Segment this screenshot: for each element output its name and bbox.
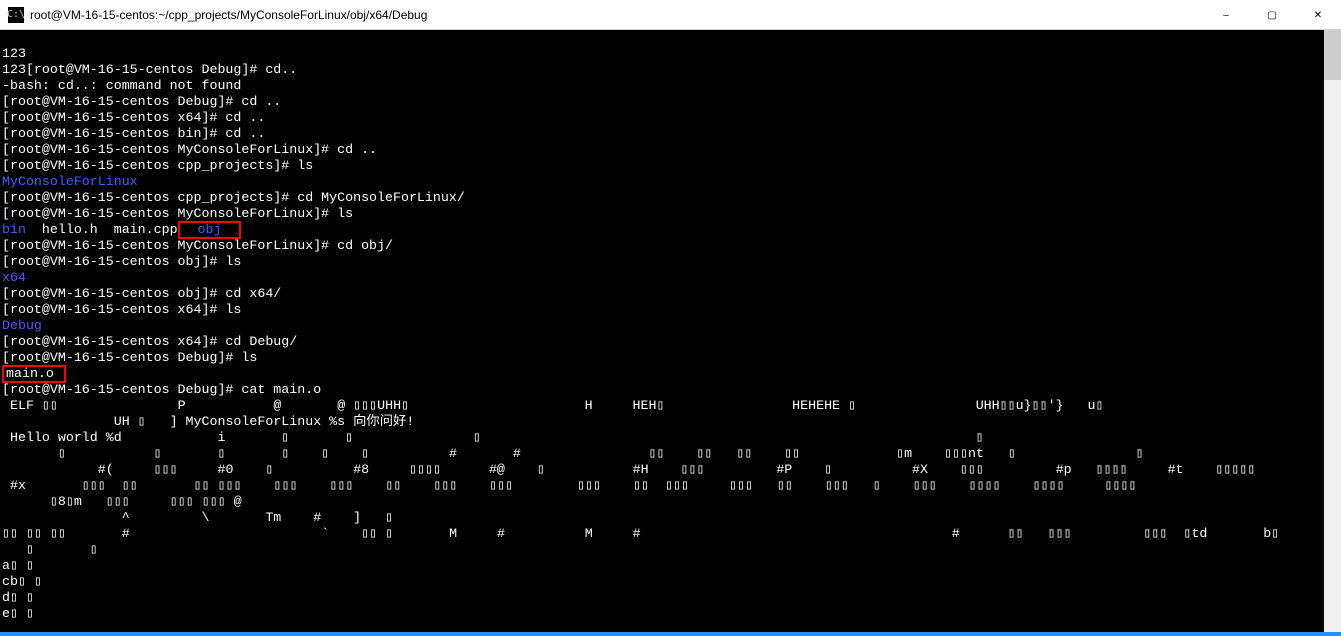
term-line-binary: #( ▯▯▯ #0 ▯ #8 ▯▯▯▯ #@ ▯ #H ▯▯▯ #P ▯ #X … (2, 462, 1255, 477)
term-line: 123 (2, 46, 26, 61)
term-line-binary: ▯ ▯ ▯ ▯ ▯ ▯ # # ▯▯ ▯▯ ▯▯ ▯▯ ▯m ▯▯▯nt ▯ ▯ (2, 446, 1144, 461)
window-bottom-border (0, 632, 1341, 636)
term-line: -bash: cd..: command not found (2, 78, 241, 93)
term-line-ls: bin hello.h main.cpp obj (2, 222, 241, 237)
term-line-binary: d▯ ▯ (2, 590, 34, 605)
term-line-binary: a▯ ▯ (2, 558, 34, 573)
highlight-obj: obj (178, 221, 242, 239)
term-line: [root@VM-16-15-centos MyConsoleForLinux]… (2, 206, 353, 221)
term-line-dir: x64 (2, 270, 26, 285)
term-line-dir: Debug (2, 318, 42, 333)
terminal-icon: C:\ (8, 7, 24, 23)
term-line: [root@VM-16-15-centos x64]# ls (2, 302, 241, 317)
term-line: [root@VM-16-15-centos cpp_projects]# ls (2, 158, 313, 173)
highlight-main-o: main.o (2, 365, 66, 383)
term-line-binary: ELF ▯▯ P @ @ ▯▯▯UHH▯ H HEH▯ HEHEHE ▯ UHH… (2, 398, 1104, 413)
term-line-binary: ▯ ▯ (2, 542, 98, 557)
maximize-button[interactable]: ▢ (1249, 0, 1295, 30)
window-title: root@VM-16-15-centos:~/cpp_projects/MyCo… (30, 8, 1203, 22)
term-line: [root@VM-16-15-centos Debug]# cat main.o (2, 382, 321, 397)
term-line: [root@VM-16-15-centos MyConsoleForLinux]… (2, 238, 393, 253)
term-line-binary: ▯8▯m ▯▯▯ ▯▯▯ ▯▯▯ @ (2, 494, 242, 509)
term-line: [root@VM-16-15-centos obj]# cd x64/ (2, 286, 281, 301)
terminal-output[interactable]: 123 123[root@VM-16-15-centos Debug]# cd.… (0, 30, 1324, 636)
term-line-binary: ▯▯ ▯▯ ▯▯ # ` ▯▯ ▯ M # M # # ▯▯ ▯▯▯ ▯▯▯ ▯… (2, 526, 1279, 541)
vertical-scrollbar[interactable] (1324, 30, 1341, 636)
term-line: [root@VM-16-15-centos bin]# cd .. (2, 126, 265, 141)
term-line: [root@VM-16-15-centos Debug]# ls (2, 350, 257, 365)
terminal-container: 123 123[root@VM-16-15-centos Debug]# cd.… (0, 30, 1341, 636)
scrollbar-thumb[interactable] (1324, 30, 1341, 80)
term-line: [root@VM-16-15-centos x64]# cd Debug/ (2, 334, 297, 349)
term-line: [root@VM-16-15-centos Debug]# cd .. (2, 94, 281, 109)
close-button[interactable]: ✕ (1295, 0, 1341, 30)
term-line: [root@VM-16-15-centos cpp_projects]# cd … (2, 190, 465, 205)
term-line-binary: Hello world %d i ▯ ▯ ▯ ▯ (2, 430, 984, 445)
window-controls: – ▢ ✕ (1203, 0, 1341, 29)
term-line: [root@VM-16-15-centos x64]# cd .. (2, 110, 265, 125)
minimize-button[interactable]: – (1203, 0, 1249, 30)
term-line-binary: cb▯ ▯ (2, 574, 42, 589)
term-line-binary: ^ \ Tm # ] ▯ (2, 510, 393, 525)
term-line-hl: main.o (2, 366, 66, 381)
term-line-binary: #x ▯▯▯ ▯▯ ▯▯ ▯▯▯ ▯▯▯ ▯▯▯ ▯▯ ▯▯▯ ▯▯▯ ▯▯▯ … (2, 478, 1137, 493)
term-line-dir: MyConsoleForLinux (2, 174, 138, 189)
term-line: 123[root@VM-16-15-centos Debug]# cd.. (2, 62, 297, 77)
term-line-binary: e▯ ▯ (2, 606, 34, 621)
term-line: [root@VM-16-15-centos MyConsoleForLinux]… (2, 142, 377, 157)
dir-bin: bin (2, 222, 26, 237)
ls-files: hello.h main.cpp (26, 222, 178, 237)
window-titlebar: C:\ root@VM-16-15-centos:~/cpp_projects/… (0, 0, 1341, 30)
term-line-binary: UH ▯ ] MyConsoleForLinux %s 向你问好! (2, 414, 414, 429)
term-line: [root@VM-16-15-centos obj]# ls (2, 254, 241, 269)
